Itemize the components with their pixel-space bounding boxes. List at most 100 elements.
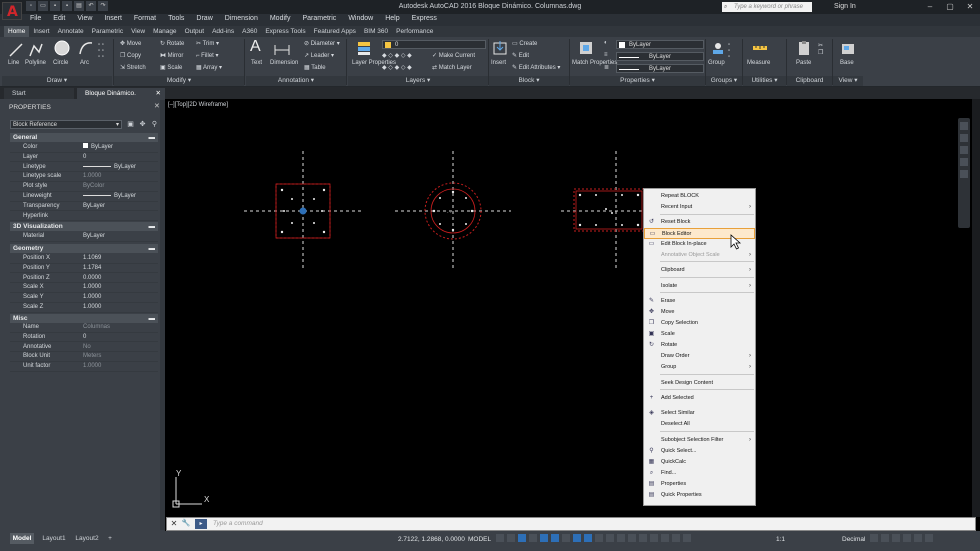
menu-view[interactable]: View bbox=[71, 14, 98, 25]
groups-panel-title[interactable]: Groups ▾ bbox=[706, 76, 742, 86]
property-row[interactable]: Hyperlink bbox=[10, 212, 158, 222]
add-layout-tab[interactable]: + bbox=[105, 533, 115, 544]
linetype-dropdown[interactable]: ByLayer bbox=[616, 64, 704, 73]
menu-item-quickcalc[interactable]: ▦ QuickCalc bbox=[644, 457, 755, 468]
recent-commands-icon[interactable]: ▸ bbox=[195, 519, 207, 529]
paste-icon[interactable] bbox=[796, 40, 812, 56]
array-button[interactable]: ▦ Array ▾ bbox=[196, 64, 222, 71]
line-icon[interactable] bbox=[8, 42, 24, 58]
menu-edit[interactable]: Edit bbox=[47, 14, 71, 25]
property-value[interactable]: 1.0000 bbox=[83, 293, 101, 303]
property-row[interactable]: Material ByLayer bbox=[10, 232, 158, 242]
dimension-button[interactable]: Dimension bbox=[270, 60, 298, 66]
menu-item-isolate[interactable]: Isolate › bbox=[644, 281, 755, 292]
menu-item-deselect-all[interactable]: Deselect All bbox=[644, 419, 755, 430]
lineweight-display-icon[interactable] bbox=[595, 534, 603, 542]
lock-ui-icon[interactable] bbox=[881, 534, 889, 542]
tab-express-tools[interactable]: Express Tools bbox=[261, 26, 309, 37]
annotation-scale[interactable]: 1:1 bbox=[776, 536, 785, 543]
properties-panel-title[interactable]: Properties ▾ bbox=[570, 76, 705, 86]
annotation-visibility-icon[interactable] bbox=[672, 534, 680, 542]
text-button[interactable]: Text bbox=[251, 60, 262, 66]
property-row[interactable]: Lineweight ByLayer bbox=[10, 192, 158, 202]
property-value[interactable]: ByLayer bbox=[83, 202, 105, 212]
edit-attributes-button[interactable]: ✎ Edit Attributes ▾ bbox=[512, 64, 560, 71]
layer-dropdown[interactable]: 0 bbox=[382, 40, 486, 49]
drawing-canvas[interactable]: · · bbox=[166, 99, 960, 517]
edit-block-button[interactable]: ✎ Edit bbox=[512, 52, 529, 59]
column-block-rectangle[interactable] bbox=[561, 151, 651, 271]
base-icon[interactable] bbox=[840, 40, 856, 56]
menu-item-move[interactable]: ✥ Move bbox=[644, 307, 755, 318]
property-value[interactable]: 1.0000 bbox=[83, 172, 101, 182]
layer-tool-icons[interactable]: ◆ ◇ ◆ ◇ ◆ bbox=[382, 52, 412, 59]
menu-item-erase[interactable]: ✎ Erase bbox=[644, 296, 755, 307]
customize-wrench-icon[interactable]: 🔧 bbox=[181, 519, 191, 529]
property-value[interactable]: ByLayer bbox=[83, 192, 136, 202]
toggle-pickadd-icon[interactable]: ▣ bbox=[126, 120, 135, 129]
tab-parametric[interactable]: Parametric bbox=[88, 26, 127, 37]
property-value[interactable]: Columnas bbox=[83, 323, 110, 333]
property-value[interactable]: 0 bbox=[83, 333, 86, 343]
menu-item-quick-properties[interactable]: ▤ Quick Properties bbox=[644, 490, 755, 501]
quick-select-icon[interactable]: ⚲ bbox=[150, 120, 159, 129]
cursor-coordinates[interactable]: 2.7122, 1.2868, 0.0000 bbox=[398, 536, 465, 543]
menu-item-select-similar[interactable]: ◈ Select Similar bbox=[644, 408, 755, 419]
sign-in-link[interactable]: Sign In bbox=[834, 3, 856, 10]
layout1-tab[interactable]: Layout1 bbox=[40, 533, 68, 544]
property-row[interactable]: Scale X 1.0000 bbox=[10, 283, 158, 293]
insert-icon[interactable] bbox=[492, 40, 508, 56]
property-row[interactable]: Linetype ByLayer bbox=[10, 163, 158, 173]
property-row[interactable]: Layer 0 bbox=[10, 153, 158, 163]
arc-icon[interactable] bbox=[78, 40, 94, 56]
diameter-button[interactable]: ⊘ Diameter ▾ bbox=[304, 40, 340, 47]
column-block-square[interactable] bbox=[244, 151, 362, 271]
property-value[interactable]: 1.0000 bbox=[83, 283, 101, 293]
transparency-icon[interactable] bbox=[606, 534, 614, 542]
rotate-button[interactable]: ↻ Rotate bbox=[160, 40, 184, 47]
copy-button[interactable]: ❐ Copy bbox=[120, 52, 141, 59]
object-snap-tracking-icon[interactable] bbox=[573, 534, 581, 542]
property-row[interactable]: Position X 1.1069 bbox=[10, 254, 158, 264]
selection-cycling-icon[interactable] bbox=[617, 534, 625, 542]
property-row[interactable]: Plot style ByColor bbox=[10, 182, 158, 192]
menu-item-repeat-block[interactable]: Repeat BLOCK bbox=[644, 191, 755, 202]
property-value[interactable]: 0 bbox=[83, 153, 86, 163]
3d-osnap-icon[interactable] bbox=[628, 534, 636, 542]
menu-insert[interactable]: Insert bbox=[98, 14, 128, 25]
property-value[interactable]: 0.0000 bbox=[83, 274, 101, 284]
menu-item-copy-selection[interactable]: ❐ Copy Selection bbox=[644, 318, 755, 329]
selection-filter-icon[interactable] bbox=[650, 534, 658, 542]
tab-annotate[interactable]: Annotate bbox=[54, 26, 88, 37]
menu-item-seek-design-content[interactable]: Seek Design Content bbox=[644, 378, 755, 389]
draw-small-tools[interactable]: ▫ ▫ ▫ ▫ ▫ ▫ bbox=[98, 42, 104, 60]
measure-icon[interactable] bbox=[752, 40, 768, 56]
view-panel-title[interactable]: View ▾ bbox=[833, 76, 863, 86]
paste-button[interactable]: Paste bbox=[796, 60, 811, 66]
model-space-button[interactable]: MODEL bbox=[468, 536, 491, 543]
property-row[interactable]: Block Unit Meters bbox=[10, 352, 158, 362]
annotation-panel-title[interactable]: Annotation ▾ bbox=[246, 76, 346, 86]
menu-item-draw-order[interactable]: Draw Order › bbox=[644, 351, 755, 362]
menu-item-find[interactable]: ⌕ Find... bbox=[644, 468, 755, 479]
layer-tool-icons-2[interactable]: ◆ ◇ ◆ ◇ ◆ bbox=[382, 64, 412, 71]
circle-icon[interactable] bbox=[54, 40, 70, 56]
menu-item-properties[interactable]: ▤ Properties bbox=[644, 479, 755, 490]
isodraft-icon[interactable] bbox=[562, 534, 570, 542]
palette-side-bar[interactable] bbox=[160, 100, 165, 530]
tab-home[interactable]: Home bbox=[4, 26, 30, 37]
scale-button[interactable]: ▣ Scale bbox=[160, 64, 182, 71]
insert-button[interactable]: Insert bbox=[491, 60, 506, 66]
orbit-icon[interactable] bbox=[960, 146, 968, 154]
general-section-header[interactable]: General ▬ bbox=[10, 133, 158, 142]
menu-item-group[interactable]: Group › bbox=[644, 362, 755, 373]
utilities-panel-title[interactable]: Utilities ▾ bbox=[743, 76, 786, 86]
group-button[interactable]: Group bbox=[708, 60, 725, 66]
modify-panel-title[interactable]: Modify ▾ bbox=[114, 76, 244, 86]
layout2-tab[interactable]: Layout2 bbox=[72, 533, 102, 544]
tab-bim-360[interactable]: BIM 360 bbox=[360, 26, 392, 37]
geometry-section-header[interactable]: Geometry ▬ bbox=[10, 244, 158, 253]
mirror-button[interactable]: ⧓ Mirror bbox=[160, 52, 183, 59]
property-value[interactable]: ByLayer bbox=[83, 232, 105, 242]
steering-wheel-icon[interactable] bbox=[960, 170, 968, 178]
